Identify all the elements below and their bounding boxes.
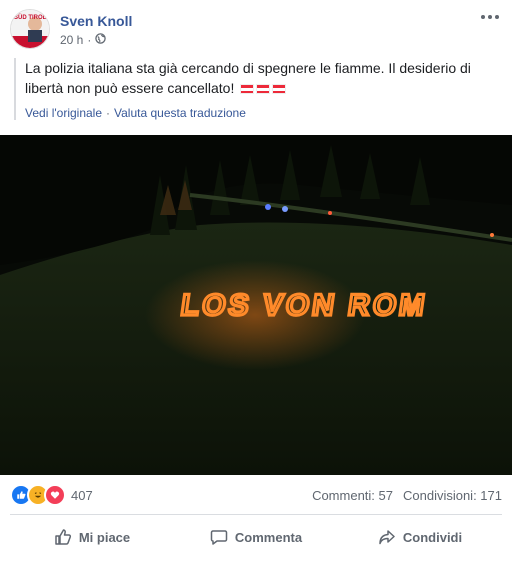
translation-bar: Vedi l'originale · Valuta questa traduzi…: [25, 106, 500, 120]
photo-police-light: [265, 204, 271, 210]
thumbs-up-icon: [55, 529, 71, 545]
comment-button-label: Commenta: [234, 529, 303, 545]
like-button-label: Mi piace: [78, 529, 131, 545]
post-text-block: La polizia italiana sta già cercando di …: [25, 58, 495, 98]
shares-count[interactable]: Condivisioni: 171: [403, 488, 502, 503]
share-icon: [379, 530, 395, 545]
photo-fire-text: LOS VON ROM: [179, 289, 430, 322]
comment-icon: [210, 530, 228, 545]
globe-icon: [95, 33, 107, 47]
comment-button[interactable]: Commenta: [174, 520, 338, 554]
reactions-summary[interactable]: 407: [10, 484, 93, 506]
avatar[interactable]: SÜD TIROL: [10, 9, 50, 49]
austria-flag-emoji: [240, 84, 287, 95]
translation-separator: ·: [106, 106, 111, 120]
post-body: La polizia italiana sta già cercando di …: [14, 58, 500, 120]
photo-red-light: [490, 233, 494, 237]
post-meta: 20 h ·: [60, 33, 107, 47]
post-stats: 407 Commenti: 57 Condivisioni: 171: [10, 482, 502, 508]
avatar-logo-text: SÜD TIROL: [14, 14, 47, 21]
meta-separator: ·: [87, 33, 92, 47]
love-reaction-icon: [44, 484, 66, 506]
stats-divider: [10, 514, 502, 515]
post-actions: Mi piace Commenta Condividi: [10, 520, 502, 554]
photo-red-light: [328, 211, 332, 215]
comments-count[interactable]: Commenti: 57: [312, 488, 393, 503]
photo-police-light: [282, 206, 288, 212]
post-photo[interactable]: LOS VON ROM: [0, 135, 512, 475]
more-options-icon[interactable]: [480, 12, 500, 22]
reactions-count[interactable]: 407: [71, 488, 93, 503]
share-button-label: Condividi: [402, 529, 463, 545]
rate-translation-link[interactable]: Valuta questa traduzione: [114, 106, 246, 120]
like-button[interactable]: Mi piace: [10, 520, 174, 554]
share-button[interactable]: Condividi: [338, 520, 502, 554]
post-time[interactable]: 20 h: [60, 33, 83, 47]
photo-fire-letters: LOS VON ROM: [177, 288, 431, 324]
author-name[interactable]: Sven Knoll: [60, 13, 132, 29]
post-header: SÜD TIROL Sven Knoll 20 h ·: [0, 0, 512, 56]
engagement-counts: Commenti: 57 Condivisioni: 171: [312, 488, 502, 503]
see-original-link[interactable]: Vedi l'originale: [25, 106, 102, 120]
